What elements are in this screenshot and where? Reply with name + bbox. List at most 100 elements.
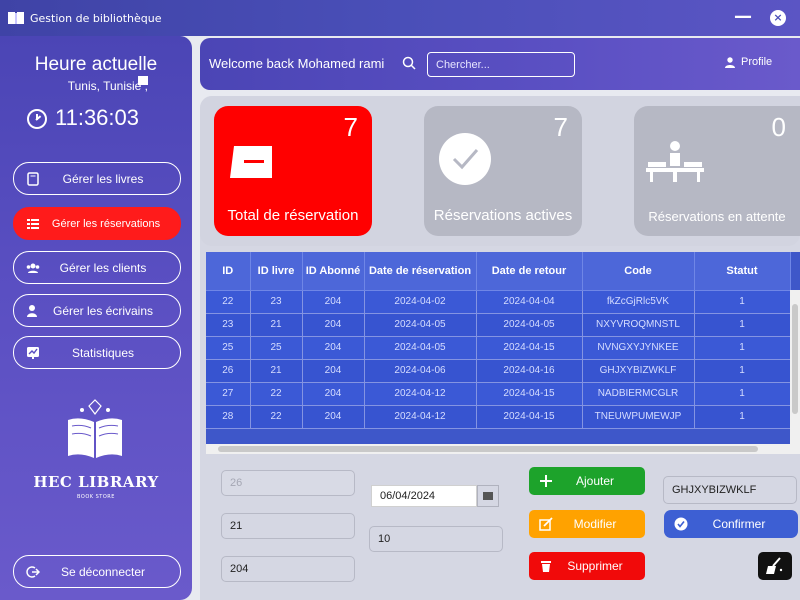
table-row[interactable]: 22 23 204 2024-04-02 2024-04-04 fkZcGjRl… <box>206 290 791 314</box>
profile-label: Profile <box>741 56 773 68</box>
cell-date-retour: 2024-04-15 <box>476 336 583 360</box>
edit-button[interactable]: Modifier <box>529 510 645 538</box>
cell-date-retour: 2024-04-15 <box>476 382 583 406</box>
clock-title: Heure actuelle <box>34 54 158 75</box>
cell-id: 23 <box>206 313 251 337</box>
cell-date-retour: 2024-04-15 <box>476 405 583 429</box>
stat-count: 7 <box>553 112 568 142</box>
column-header[interactable]: Statut <box>694 252 791 291</box>
cell-date-reservation: 2024-04-05 <box>364 313 477 337</box>
users-icon <box>26 263 40 273</box>
cell-id-abonne: 204 <box>302 382 365 406</box>
cell-code: NVNGXYJYNKEE <box>582 336 695 360</box>
cell-code: NADBIERMCGLR <box>582 382 695 406</box>
column-header[interactable]: Date de retour <box>476 252 583 291</box>
cell-id-livre: 22 <box>250 382 303 406</box>
livre-id-field[interactable]: 21 <box>221 513 355 539</box>
book-app-icon <box>8 12 24 24</box>
cell-date-retour: 2024-04-04 <box>476 290 583 314</box>
profile-link[interactable]: Profile <box>725 56 772 68</box>
cell-date-retour: 2024-04-05 <box>476 313 583 337</box>
minimize-button[interactable]: — <box>734 8 752 26</box>
stat-count: 7 <box>343 112 358 142</box>
date-picker-field[interactable]: 06/04/2024 <box>371 485 477 507</box>
clear-form-button[interactable] <box>758 552 792 580</box>
table-header-row: ID ID livre ID Abonné Date de réservatio… <box>206 252 791 291</box>
cell-id: 27 <box>206 382 251 406</box>
nav-manage-books-button[interactable]: Gérer les livres <box>13 162 181 195</box>
table-row[interactable]: 27 22 204 2024-04-12 2024-04-15 NADBIERM… <box>206 382 791 406</box>
welcome-text: Welcome back Mohamed rami <box>209 56 385 71</box>
scroll-thumb[interactable] <box>218 446 758 452</box>
column-header[interactable]: Code <box>582 252 695 291</box>
clock-icon <box>27 109 47 129</box>
cell-id-abonne: 204 <box>302 359 365 383</box>
cell-code: fkZcGjRlc5VK <box>582 290 695 314</box>
cell-statut: 1 <box>694 313 791 337</box>
nav-statistics-button[interactable]: Statistiques <box>13 336 181 369</box>
scroll-thumb[interactable] <box>792 304 798 414</box>
horizontal-scrollbar[interactable] <box>206 444 800 454</box>
broom-icon <box>766 557 783 574</box>
logout-button[interactable]: Se déconnecter <box>13 555 181 588</box>
trash-icon <box>541 561 551 572</box>
logout-icon <box>26 565 40 578</box>
clock-location: Tunis, Tunisie , <box>67 79 148 93</box>
edit-icon <box>539 517 553 531</box>
add-button[interactable]: Ajouter <box>529 467 645 495</box>
check-icon <box>439 133 491 185</box>
stat-label: Réservations en attente <box>648 209 786 224</box>
cell-id: 25 <box>206 336 251 360</box>
cell-statut: 1 <box>694 290 791 314</box>
nav-manage-clients-button[interactable]: Gérer les clients <box>13 251 181 284</box>
cell-code: TNEUWPUMEWJP <box>582 405 695 429</box>
stat-label: Total de réservation <box>227 207 359 224</box>
search-icon[interactable] <box>402 56 416 70</box>
window-title: Gestion de bibliothèque <box>30 11 162 25</box>
duration-field[interactable]: 10 <box>369 526 503 552</box>
cell-id-abonne: 204 <box>302 336 365 360</box>
column-header[interactable]: ID <box>206 252 251 291</box>
table-row[interactable]: 28 22 204 2024-04-12 2024-04-15 TNEUWPUM… <box>206 405 791 429</box>
cell-date-reservation: 2024-04-02 <box>364 290 477 314</box>
logo-subtitle: BOOK STORE <box>77 494 115 500</box>
cell-id: 28 <box>206 405 251 429</box>
abonne-id-field[interactable]: 204 <box>221 556 355 582</box>
cell-id: 22 <box>206 290 251 314</box>
stat-card-total: 7 Total de réservation <box>214 106 372 236</box>
calendar-icon[interactable] <box>477 485 499 507</box>
check-circle-icon <box>674 517 688 531</box>
vertical-scrollbar[interactable] <box>790 290 800 444</box>
cell-code: GHJXYBIZWKLF <box>582 359 695 383</box>
table-row[interactable]: 26 21 204 2024-04-06 2024-04-16 GHJXYBIZ… <box>206 359 791 383</box>
close-button[interactable]: × <box>770 10 786 26</box>
flag-icon <box>138 76 148 85</box>
confirm-button[interactable]: Confirmer <box>664 510 798 538</box>
cell-date-reservation: 2024-04-12 <box>364 405 477 429</box>
waiting-room-icon <box>646 141 704 182</box>
stat-count: 0 <box>771 112 786 142</box>
delete-button[interactable]: Supprimer <box>529 552 645 580</box>
nav-manage-reservations-button[interactable]: Gérer les réservations <box>13 207 181 240</box>
cell-statut: 1 <box>694 336 791 360</box>
table-row[interactable]: 23 21 204 2024-04-05 2024-04-05 NXYVROQM… <box>206 313 791 337</box>
column-header[interactable]: Date de réservation <box>364 252 477 291</box>
cell-id-livre: 23 <box>250 290 303 314</box>
column-header[interactable]: ID livre <box>250 252 303 291</box>
search-input[interactable] <box>427 52 575 77</box>
cell-id-abonne: 204 <box>302 290 365 314</box>
cell-id-livre: 21 <box>250 313 303 337</box>
table-row[interactable]: 25 25 204 2024-04-05 2024-04-15 NVNGXYJY… <box>206 336 791 360</box>
cell-statut: 1 <box>694 359 791 383</box>
id-field[interactable]: 26 <box>221 470 355 496</box>
cell-id-livre: 22 <box>250 405 303 429</box>
stat-label: Réservations actives <box>433 207 573 224</box>
column-header[interactable]: ID Abonné <box>302 252 365 291</box>
cell-statut: 1 <box>694 405 791 429</box>
cell-code: NXYVROQMNSTL <box>582 313 695 337</box>
code-field[interactable]: GHJXYBIZWKLF <box>663 476 797 504</box>
cell-id-livre: 21 <box>250 359 303 383</box>
reservations-table: ID ID livre ID Abonné Date de réservatio… <box>206 252 800 454</box>
cell-id-abonne: 204 <box>302 405 365 429</box>
nav-manage-writers-button[interactable]: Gérer les écrivains <box>13 294 181 327</box>
